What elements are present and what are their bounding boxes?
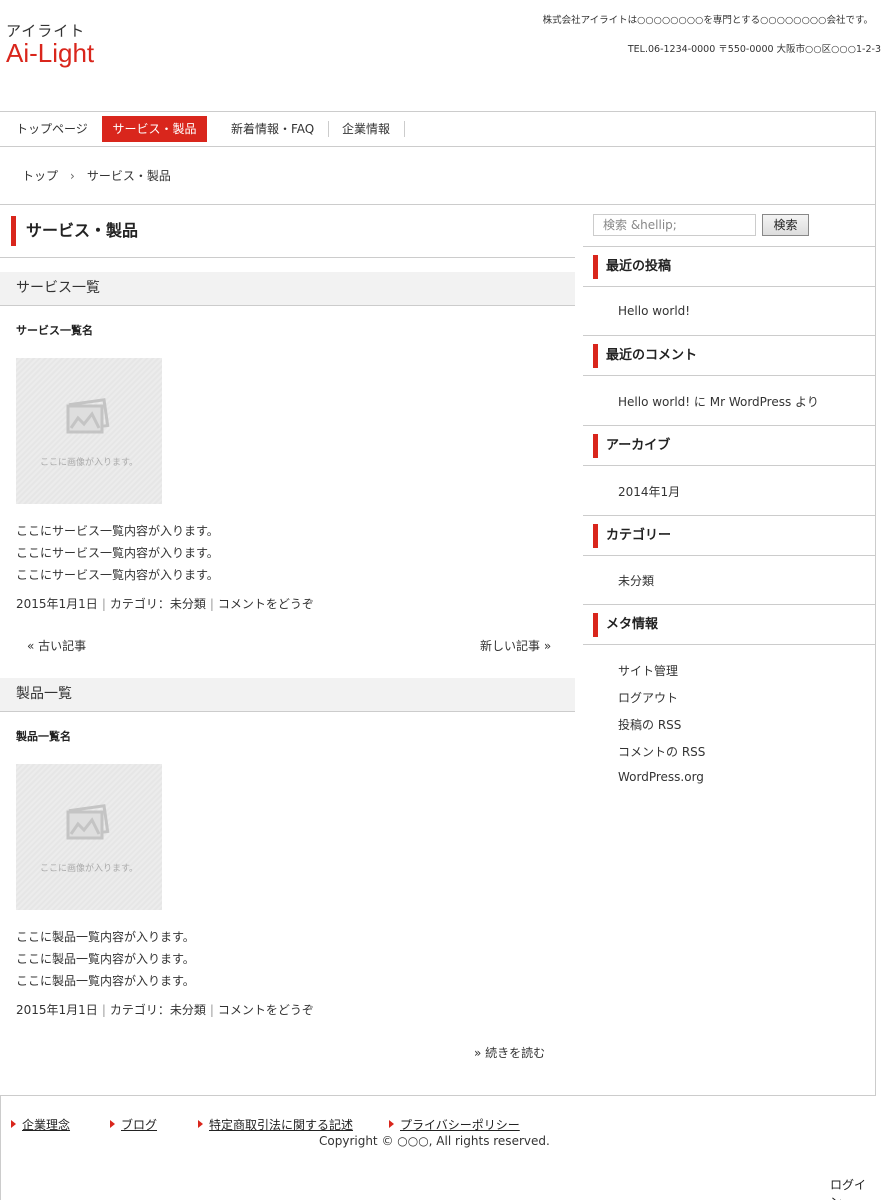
widget-title: アーカイブ <box>593 434 670 458</box>
site-logo[interactable]: アイライト Ai-Light <box>6 22 94 67</box>
description-line: ここにサービス一覧内容が入ります。 <box>16 568 219 582</box>
widget-heading-recent-comments: 最近のコメント <box>583 335 876 376</box>
footer-link-label: ブログ <box>121 1118 158 1132</box>
widget-heading-meta: メタ情報 <box>583 604 876 645</box>
description-line: ここに製品一覧内容が入ります。 <box>16 974 195 988</box>
comment-link[interactable]: コメントをどうぞ <box>218 597 314 611</box>
widget-title: 最近の投稿 <box>593 255 671 279</box>
post-meta: 2015年1月1日 | カテゴリ：未分類 | コメントをどうぞ <box>16 1001 314 1018</box>
thumbnail-placeholder: ここに画像が入ります。 <box>16 358 162 504</box>
nav-divider <box>404 121 405 137</box>
triangle-bullet-icon <box>11 1120 16 1128</box>
widget-link[interactable]: Hello world! に Mr WordPress より <box>618 393 819 410</box>
nav-item-news-faq[interactable]: 新着情報・FAQ <box>215 116 329 142</box>
site-footer: 企業理念 ブログ 特定商取引法に関する記述 プライバシーポリシー Copyrig… <box>0 1095 876 1200</box>
description-line: ここに製品一覧内容が入ります。 <box>16 930 195 944</box>
comment-link[interactable]: コメントをどうぞ <box>218 1003 314 1017</box>
footer-link[interactable]: ブログ <box>110 1116 157 1133</box>
breadcrumb-separator: › <box>70 169 75 183</box>
widget-heading-recent-posts: 最近の投稿 <box>583 246 876 287</box>
item-description: ここにサービス一覧内容が入ります。 ここにサービス一覧内容が入ります。 ここにサ… <box>16 520 219 586</box>
nav-item-label: トップページ <box>16 122 88 136</box>
search-button[interactable]: 検索 <box>762 214 809 236</box>
widget-link[interactable]: 2014年1月 <box>618 483 680 500</box>
sidebar: 検索 &hellip; 検索 最近の投稿 Hello world! 最近のコメン… <box>583 205 876 1095</box>
nav-item-label: 新着情報・FAQ <box>231 122 315 136</box>
widget-title: カテゴリー <box>593 524 671 548</box>
widget-link[interactable]: Hello world! <box>618 304 690 318</box>
footer-link[interactable]: 特定商取引法に関する記述 <box>198 1116 353 1133</box>
widget-link[interactable]: サイト管理 <box>618 662 678 679</box>
description-line: ここにサービス一覧内容が入ります。 <box>16 524 219 538</box>
footer-link-label: 企業理念 <box>22 1118 71 1132</box>
older-posts-link[interactable]: « 古い記事 <box>27 637 86 654</box>
logo-text: Ai-Light <box>6 38 95 68</box>
post-date[interactable]: 2015年1月1日 <box>16 1003 98 1017</box>
copyright: Copyright © ○○○, All rights reserved. <box>319 1134 550 1148</box>
section-heading-products: 製品一覧 <box>0 678 575 712</box>
site-tagline: 株式会社アイライトは○○○○○○○○を専門とする○○○○○○○○会社です。 <box>542 15 873 26</box>
widget-link[interactable]: WordPress.org <box>618 770 704 784</box>
nav-item-label: 企業情報 <box>342 122 391 136</box>
triangle-bullet-icon <box>110 1120 115 1128</box>
nav-item-label: サービス・製品 <box>112 122 197 136</box>
breadcrumb: トップ › サービス・製品 <box>0 147 876 205</box>
image-icon <box>66 398 110 434</box>
footer-link[interactable]: 企業理念 <box>11 1116 70 1133</box>
site-header: アイライト Ai-Light 株式会社アイライトは○○○○○○○○を専門とする○… <box>0 0 883 112</box>
image-caption: ここに画像が入ります。 <box>39 458 139 468</box>
newer-posts-link[interactable]: 新しい記事 » <box>480 637 551 654</box>
triangle-bullet-icon <box>389 1120 394 1128</box>
meta-separator: | <box>101 597 106 611</box>
widget-heading-categories: カテゴリー <box>583 515 876 556</box>
item-title[interactable]: サービス一覧名 <box>16 322 93 338</box>
footer-link-label: 特定商取引法に関する記述 <box>209 1118 354 1132</box>
section-heading-services: サービス一覧 <box>0 272 575 306</box>
post-meta: 2015年1月1日 | カテゴリ：未分類 | コメントをどうぞ <box>16 595 314 612</box>
widget-title: メタ情報 <box>593 613 658 637</box>
widget-link[interactable]: コメントの RSS <box>618 743 705 760</box>
post-category[interactable]: カテゴリ：未分類 <box>110 597 206 611</box>
divider <box>0 257 575 258</box>
description-line: ここに製品一覧内容が入ります。 <box>16 952 195 966</box>
item-description: ここに製品一覧内容が入ります。 ここに製品一覧内容が入ります。 ここに製品一覧内… <box>16 926 195 992</box>
breadcrumb-home[interactable]: トップ <box>22 169 58 183</box>
thumbnail-placeholder: ここに画像が入ります。 <box>16 764 162 910</box>
nav-item-top[interactable]: トップページ <box>6 116 103 142</box>
description-line: ここにサービス一覧内容が入ります。 <box>16 546 219 560</box>
image-caption: ここに画像が入ります。 <box>39 864 139 874</box>
login-link[interactable]: ログイン <box>830 1176 876 1200</box>
image-icon <box>66 804 110 840</box>
footer-link[interactable]: プライバシーポリシー <box>389 1116 520 1133</box>
widget-link[interactable]: 未分類 <box>618 572 654 589</box>
meta-separator: | <box>209 1003 214 1017</box>
widget-link[interactable]: 投稿の RSS <box>618 716 681 733</box>
search-input[interactable]: 検索 &hellip; <box>593 214 756 236</box>
nav-item-services[interactable]: サービス・製品 <box>102 116 207 142</box>
meta-separator: | <box>209 597 214 611</box>
page-title: サービス・製品 <box>11 216 138 246</box>
global-nav: トップページ サービス・製品 新着情報・FAQ 企業情報 <box>0 111 876 147</box>
item-title[interactable]: 製品一覧名 <box>16 728 71 744</box>
meta-separator: | <box>101 1003 106 1017</box>
widget-heading-archives: アーカイブ <box>583 425 876 466</box>
nav-item-company[interactable]: 企業情報 <box>328 116 405 142</box>
footer-link-label: プライバシーポリシー <box>400 1118 520 1132</box>
widget-title: 最近のコメント <box>593 344 697 368</box>
triangle-bullet-icon <box>198 1120 203 1128</box>
breadcrumb-current: サービス・製品 <box>86 169 171 183</box>
contact-info: TEL.06-1234-0000 〒550-0000 大阪市○○区○○○1-2-… <box>627 44 881 55</box>
post-category[interactable]: カテゴリ：未分類 <box>110 1003 206 1017</box>
post-date[interactable]: 2015年1月1日 <box>16 597 98 611</box>
widget-link[interactable]: ログアウト <box>618 689 678 706</box>
read-more-link[interactable]: » 続きを読む <box>474 1044 545 1061</box>
